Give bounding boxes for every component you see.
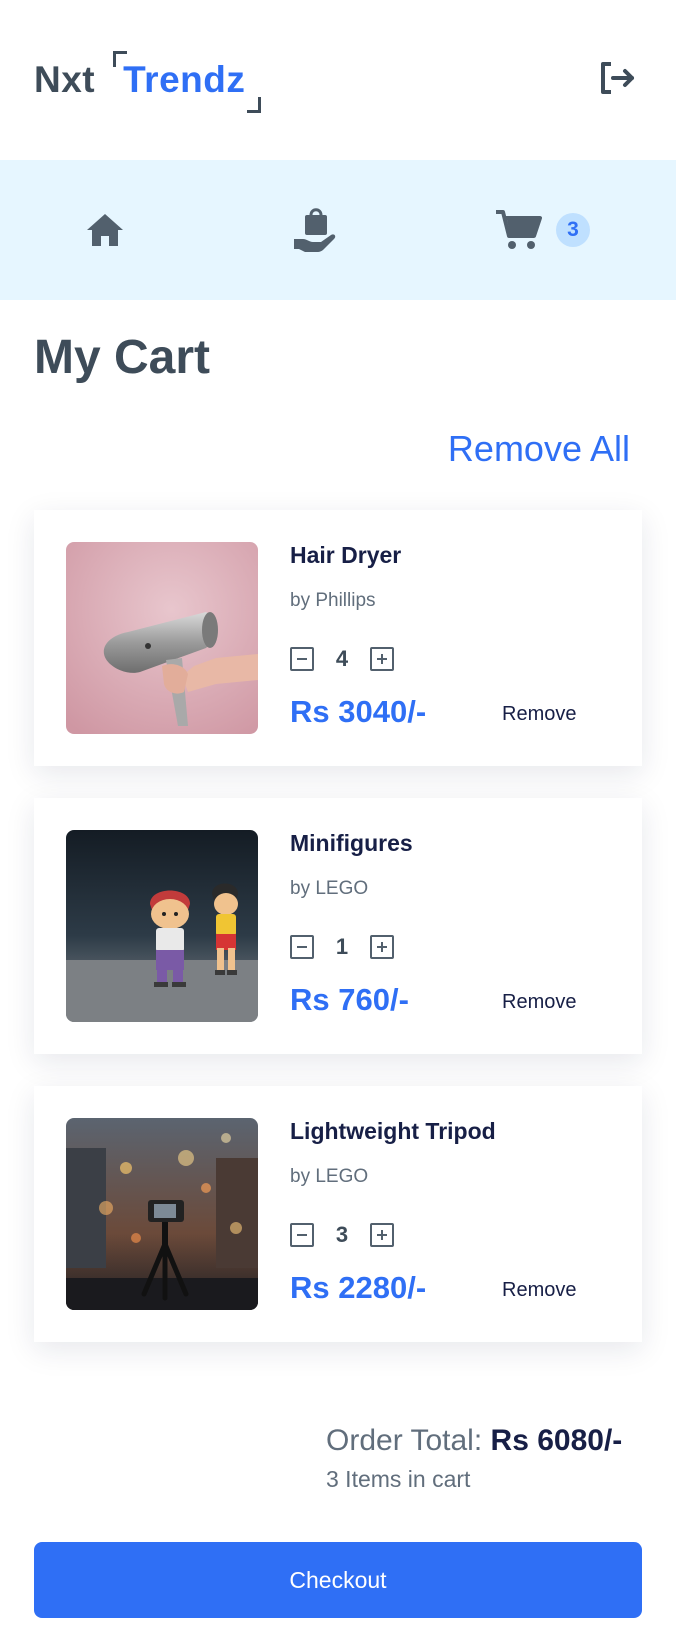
shopping-bag-hand-icon (294, 208, 336, 252)
nav-products-link[interactable] (286, 200, 342, 260)
logo-trendz-frame: Trendz (113, 51, 262, 113)
item-brand: by Phillips (290, 590, 376, 611)
quantity-controls: 4 (290, 646, 394, 672)
page-title: My Cart (34, 331, 211, 384)
item-title: Minifigures (290, 830, 413, 856)
nav-bar: 3 (0, 160, 676, 300)
logout-icon (601, 62, 634, 94)
logout-button[interactable] (596, 56, 640, 100)
cart-item: Minifigures by LEGO 1 Rs 760/- Remove (34, 798, 642, 1054)
increment-button[interactable] (370, 935, 394, 959)
cart-list: Hair Dryer by Phillips 4 Rs 3040/- Remov… (34, 510, 642, 1374)
logo-text-trendz: Trendz (123, 59, 246, 100)
cart-summary: Order Total: Rs 6080/- 3 Items in cart (326, 1424, 646, 1493)
order-total: Order Total: Rs 6080/- (326, 1424, 646, 1458)
quantity-controls: 1 (290, 934, 394, 960)
cart-icon (496, 210, 542, 249)
plus-icon (377, 654, 387, 664)
cart-item: Lightweight Tripod by LEGO 3 Rs 2280/- R… (34, 1086, 642, 1342)
nav-home-link[interactable] (80, 200, 130, 260)
item-title: Hair Dryer (290, 542, 402, 568)
cart-item: Hair Dryer by Phillips 4 Rs 3040/- Remov… (34, 510, 642, 766)
quantity-controls: 3 (290, 1222, 394, 1248)
increment-button[interactable] (370, 647, 394, 671)
product-image-minifigures[interactable] (66, 830, 258, 1022)
item-price: Rs 3040/- (290, 694, 427, 729)
increment-button[interactable] (370, 1223, 394, 1247)
remove-item-button[interactable]: Remove (502, 1279, 576, 1302)
item-price: Rs 2280/- (290, 1270, 427, 1305)
minus-icon (297, 1234, 307, 1236)
logo-corner-bottom-right (247, 97, 262, 113)
quantity-value: 1 (335, 934, 349, 959)
minus-icon (297, 658, 307, 660)
logo-text-nxt: Nxt (34, 59, 96, 100)
quantity-value: 4 (335, 646, 349, 671)
header: Nxt Trendz (0, 0, 676, 160)
remove-item-button[interactable]: Remove (502, 703, 576, 726)
decrement-button[interactable] (290, 1223, 314, 1247)
minus-icon (297, 946, 307, 948)
quantity-value: 3 (335, 1222, 349, 1247)
decrement-button[interactable] (290, 935, 314, 959)
order-total-value: Rs 6080/- (490, 1424, 623, 1457)
checkout-button[interactable]: Checkout (34, 1542, 642, 1618)
app-logo[interactable]: Nxt Trendz (34, 51, 262, 113)
plus-icon (377, 942, 387, 952)
cart-count-badge: 3 (556, 213, 590, 247)
decrement-button[interactable] (290, 647, 314, 671)
item-brand: by LEGO (290, 1166, 369, 1187)
items-count: 3 Items in cart (326, 1466, 471, 1492)
nav-cart-link[interactable]: 3 (494, 200, 604, 260)
item-brand: by LEGO (290, 878, 369, 899)
item-title: Lightweight Tripod (290, 1118, 496, 1144)
logo-corner-top-left (113, 51, 128, 67)
remove-all-button[interactable]: Remove All (448, 428, 630, 470)
remove-item-button[interactable]: Remove (502, 991, 576, 1014)
home-icon (87, 214, 123, 246)
item-price: Rs 760/- (290, 982, 409, 1017)
plus-icon (377, 1230, 387, 1240)
product-image-tripod[interactable] (66, 1118, 258, 1310)
order-total-label: Order Total: (326, 1424, 483, 1457)
product-image-hair-dryer[interactable] (66, 542, 258, 734)
